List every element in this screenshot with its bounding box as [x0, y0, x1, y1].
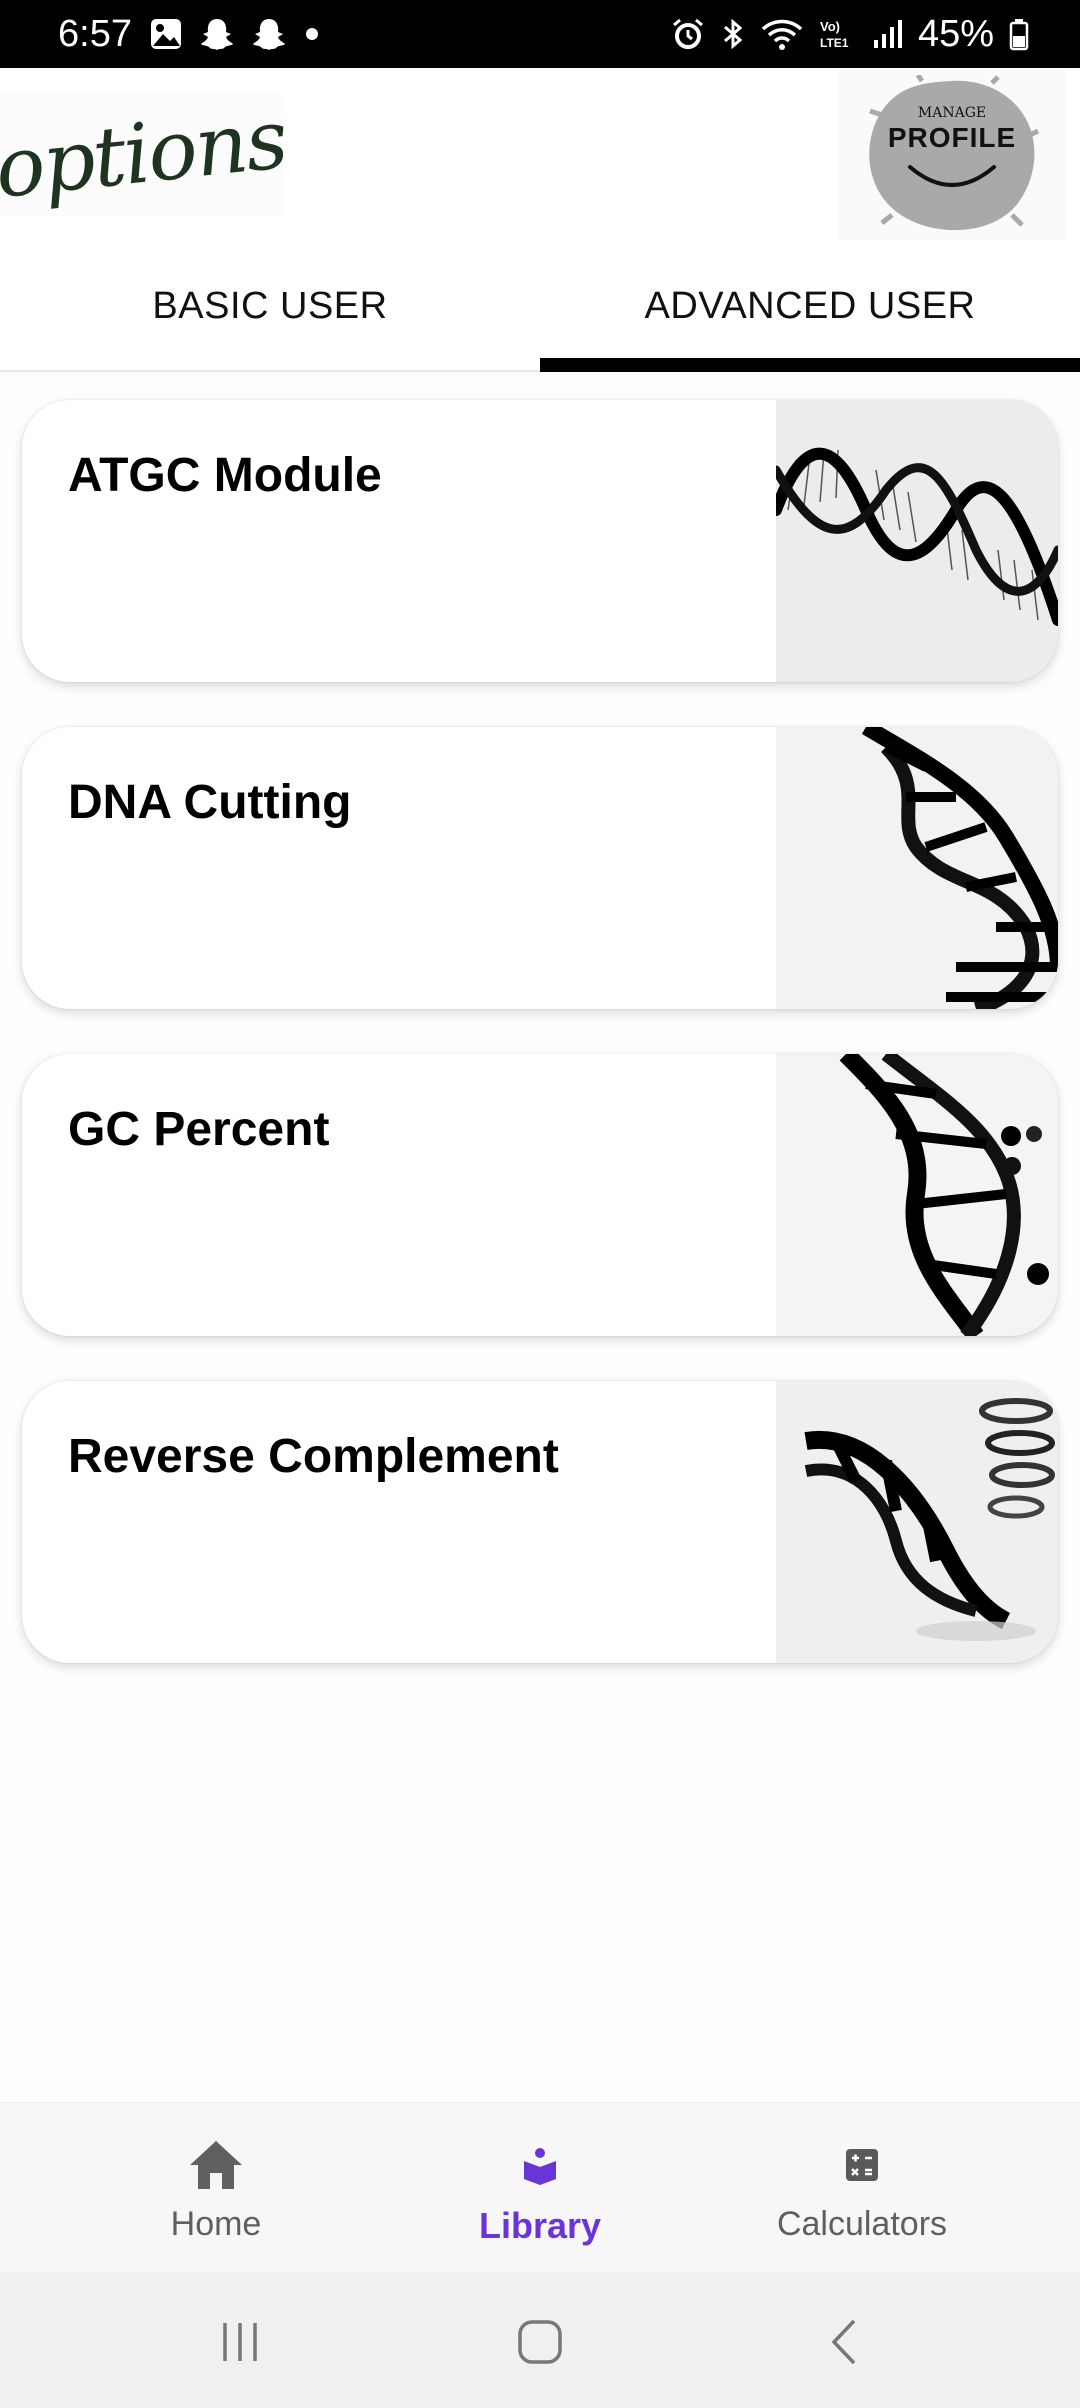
back-button[interactable] — [805, 2302, 885, 2382]
dot-icon — [306, 28, 318, 40]
battery-icon — [1009, 19, 1029, 51]
nav-home-label: Home — [170, 2205, 262, 2243]
module-card-atgc[interactable]: ATGC Module — [22, 400, 1058, 682]
module-list: ATGC Module DNA Cutting GC Percent Rever… — [22, 400, 1058, 1708]
svg-text:LTE1: LTE1 — [820, 36, 849, 50]
signal-icon — [873, 20, 902, 48]
home-square-icon — [518, 2320, 562, 2364]
logo-text: options — [0, 91, 291, 217]
snapchat-icon — [201, 19, 233, 50]
snapchat-icon — [253, 19, 285, 50]
module-title: ATGC Module — [68, 449, 382, 502]
nav-library-label: Library — [478, 2205, 602, 2246]
system-status-icons: Vo) LTE1 45% — [670, 10, 1030, 58]
library-icon — [508, 2133, 572, 2197]
nav-calculators[interactable]: Calculators — [682, 2103, 1042, 2273]
profile-small-text: MANAGE — [918, 105, 986, 121]
tab-indicator — [540, 358, 1080, 372]
back-arrow-icon — [831, 2319, 856, 2365]
alarm-icon — [672, 18, 703, 49]
module-card-dna-cutting[interactable]: DNA Cutting — [22, 727, 1058, 1009]
manage-profile-badge: MANAGE PROFILE — [869, 75, 1040, 231]
tab-advanced-user[interactable]: ADVANCED USER — [540, 240, 1080, 372]
status-bar: 6:57 Vo) LTE1 45% — [0, 0, 1080, 68]
nav-home[interactable]: Home — [36, 2103, 396, 2273]
nav-calculators-label: Calculators — [776, 2205, 948, 2243]
dna-molecule-image — [776, 1054, 1058, 1336]
calculator-icon — [830, 2133, 894, 2197]
dna-strand-image — [776, 727, 1058, 1009]
module-title: DNA Cutting — [68, 776, 352, 829]
system-navigation-bar — [0, 2272, 1080, 2408]
gallery-icon — [151, 19, 181, 49]
module-card-reverse-complement[interactable]: Reverse Complement — [22, 1381, 1058, 1663]
dna-ribbon-image — [776, 1381, 1058, 1663]
bottom-navigation: Home Library Calculators — [0, 2102, 1080, 2272]
module-title: GC Percent — [68, 1103, 330, 1156]
module-title: Reverse Complement — [68, 1430, 559, 1483]
tab-basic-user[interactable]: BASIC USER — [0, 240, 540, 372]
notification-icons — [148, 16, 322, 52]
recents-icon — [223, 2323, 257, 2361]
volte-icon: Vo) LTE1 — [820, 19, 849, 50]
bluetooth-icon — [723, 18, 743, 50]
module-card-gc-percent[interactable]: GC Percent — [22, 1054, 1058, 1336]
nav-library[interactable]: Library — [360, 2103, 720, 2273]
recent-apps-button[interactable] — [200, 2302, 280, 2382]
dna-helix-image — [776, 400, 1058, 682]
app-logo: options — [0, 92, 291, 216]
status-time: 6:57 — [58, 13, 132, 55]
home-icon — [184, 2133, 248, 2197]
manage-profile-button[interactable]: MANAGE PROFILE — [838, 70, 1066, 240]
battery-percent: 45% — [917, 13, 994, 55]
user-type-tabs: BASIC USER ADVANCED USER — [0, 240, 1080, 372]
home-system-button[interactable] — [500, 2302, 580, 2382]
app-header: options MANAGE PROFILE — [0, 68, 1080, 240]
wifi-icon — [761, 19, 803, 50]
profile-big-text: PROFILE — [888, 122, 1016, 153]
svg-text:Vo): Vo) — [820, 19, 840, 34]
